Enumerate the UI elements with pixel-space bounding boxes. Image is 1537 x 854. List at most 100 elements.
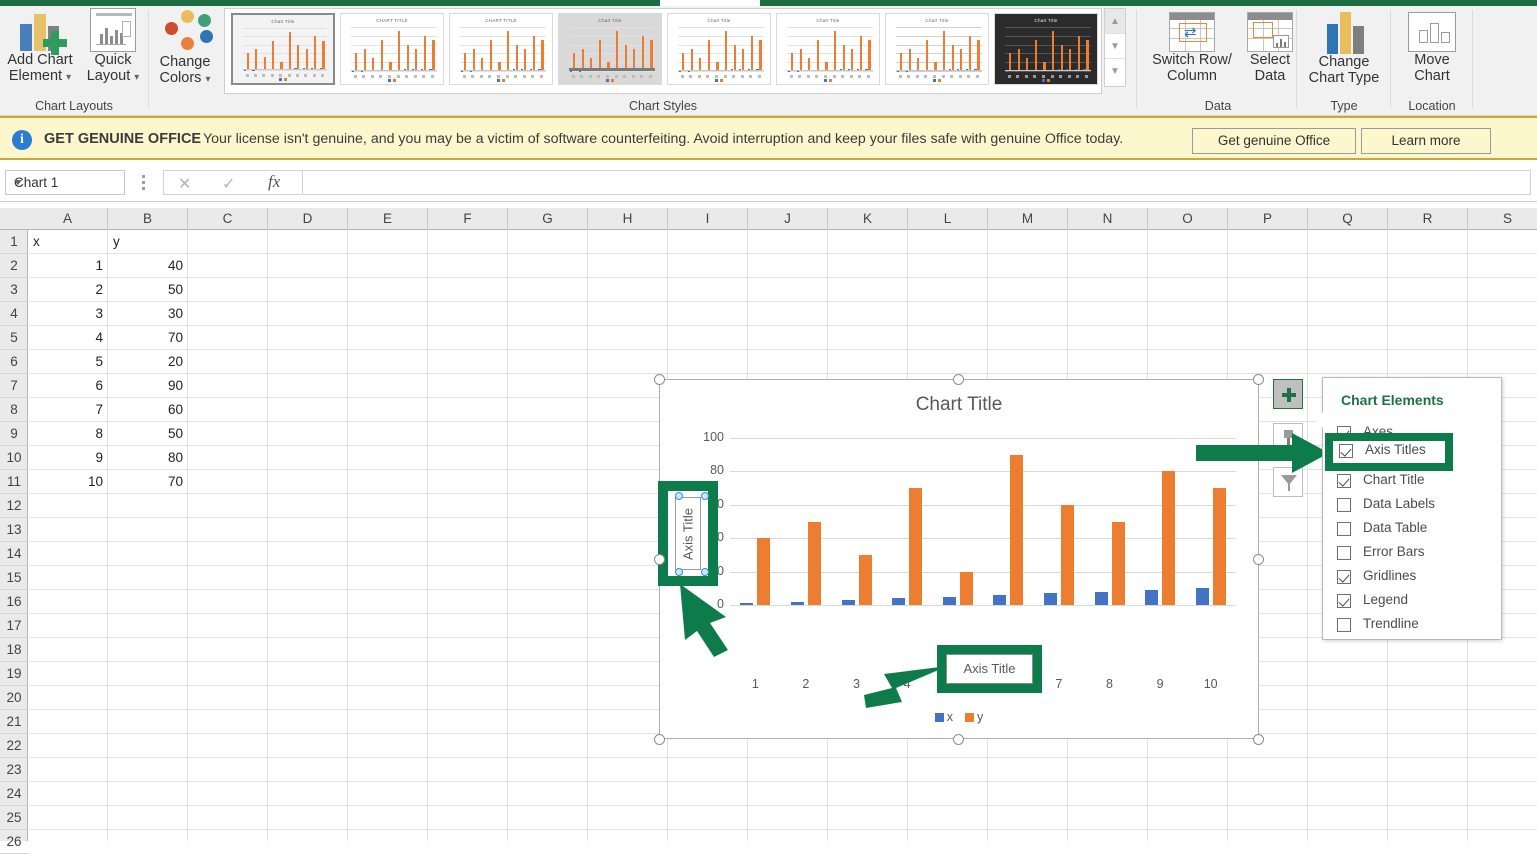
cell-A6[interactable]: 5 [28, 350, 108, 374]
chart-resize-handle-nw[interactable] [654, 374, 665, 385]
formula-bar-grip[interactable] [142, 175, 145, 190]
chart-style-thumbnail[interactable]: CHART TITLE [340, 13, 444, 85]
legend-entry[interactable]: y [965, 710, 983, 724]
row-header-25[interactable]: 25 [0, 806, 28, 830]
cell-B2[interactable]: 40 [108, 254, 188, 278]
chart-element-item-data-labels[interactable]: Data Labels [1337, 494, 1487, 518]
column-header-p[interactable]: P [1228, 208, 1308, 230]
cell-A2[interactable]: 1 [28, 254, 108, 278]
row-header-20[interactable]: 20 [0, 686, 28, 710]
column-header-k[interactable]: K [828, 208, 908, 230]
row-header-13[interactable]: 13 [0, 518, 28, 542]
chart-bar-series-x[interactable] [842, 600, 855, 605]
cell-B8[interactable]: 60 [108, 398, 188, 422]
chart-elements-button[interactable] [1273, 379, 1303, 409]
chart-bar-series-y[interactable] [1213, 488, 1226, 605]
checkbox-error-bars[interactable] [1337, 546, 1351, 560]
column-header-l[interactable]: L [908, 208, 988, 230]
cell-B11[interactable]: 70 [108, 470, 188, 494]
confirm-icon[interactable]: ✓ [222, 174, 235, 194]
insert-function-icon[interactable]: fx [268, 172, 280, 192]
checkbox-gridlines[interactable] [1337, 570, 1351, 584]
column-header-q[interactable]: Q [1308, 208, 1388, 230]
row-header-7[interactable]: 7 [0, 374, 28, 398]
chart-resize-handle-se[interactable] [1253, 734, 1264, 745]
chart-style-thumbnail[interactable]: Chart Title [885, 13, 989, 85]
chart-resize-handle-w[interactable] [654, 554, 665, 565]
row-header-14[interactable]: 14 [0, 542, 28, 566]
row-header-19[interactable]: 19 [0, 662, 28, 686]
chart-resize-handle-n[interactable] [953, 374, 964, 385]
formula-input[interactable] [303, 170, 1531, 195]
gallery-scroll-controls[interactable]: ▲ ▼ ▼ [1104, 8, 1126, 87]
chart-style-thumbnail[interactable]: Chart Title [558, 13, 662, 85]
row-header-9[interactable]: 9 [0, 422, 28, 446]
chart-bar-series-y[interactable] [909, 488, 922, 605]
checkbox-legend[interactable] [1337, 594, 1351, 608]
chart-style-thumbnail[interactable]: Chart Title [231, 13, 335, 85]
column-header-n[interactable]: N [1068, 208, 1148, 230]
cell-B10[interactable]: 80 [108, 446, 188, 470]
y-axis-title-handle-ne[interactable] [701, 492, 709, 500]
chart-resize-handle-s[interactable] [953, 734, 964, 745]
chart-bar-series-y[interactable] [960, 572, 973, 605]
row-header-21[interactable]: 21 [0, 710, 28, 734]
chart-bar-series-x[interactable] [1196, 588, 1209, 605]
chart-style-thumbnail[interactable]: Chart Title [667, 13, 771, 85]
switch-row-column-button[interactable]: ⇄ Switch Row/ Column [1144, 12, 1240, 84]
chart-style-thumbnail[interactable]: Chart Title [994, 13, 1098, 85]
row-header-24[interactable]: 24 [0, 782, 28, 806]
cell-A5[interactable]: 4 [28, 326, 108, 350]
chart-resize-handle-ne[interactable] [1253, 374, 1264, 385]
row-header-22[interactable]: 22 [0, 734, 28, 758]
cell-B3[interactable]: 50 [108, 278, 188, 302]
column-header-i[interactable]: I [668, 208, 748, 230]
chart-bar-series-x[interactable] [791, 602, 804, 605]
column-header-m[interactable]: M [988, 208, 1068, 230]
quick-layout-button[interactable]: Quick Layout ▾ [80, 8, 146, 86]
chart-bar-series-y[interactable] [859, 555, 872, 605]
column-header-d[interactable]: D [268, 208, 348, 230]
row-header-3[interactable]: 3 [0, 278, 28, 302]
row-header-23[interactable]: 23 [0, 758, 28, 782]
chart-elements-panel[interactable]: Chart Elements AxesAxis TitlesChart Titl… [1322, 377, 1502, 640]
cell-B5[interactable]: 70 [108, 326, 188, 350]
chart-bar-series-x[interactable] [943, 597, 956, 605]
column-header-o[interactable]: O [1148, 208, 1228, 230]
chart-element-item-data-table[interactable]: Data Table [1337, 518, 1487, 542]
gallery-more-button[interactable]: ▼ [1105, 59, 1125, 84]
cell-B4[interactable]: 30 [108, 302, 188, 326]
row-header-2[interactable]: 2 [0, 254, 28, 278]
axis-titles-checkbox[interactable] [1339, 444, 1353, 458]
chart-element-item-chart-title[interactable]: Chart Title [1337, 470, 1487, 494]
get-genuine-office-button[interactable]: Get genuine Office [1192, 128, 1356, 154]
column-header-e[interactable]: E [348, 208, 428, 230]
move-chart-button[interactable]: Move Chart [1392, 12, 1472, 84]
cell-B7[interactable]: 90 [108, 374, 188, 398]
checkbox-data-table[interactable] [1337, 522, 1351, 536]
gallery-scroll-up-button[interactable]: ▲ [1105, 9, 1125, 34]
chart-element-item-gridlines[interactable]: Gridlines [1337, 566, 1487, 590]
y-axis-title-handle-sw[interactable] [675, 568, 683, 576]
row-header-11[interactable]: 11 [0, 470, 28, 494]
chart-element-item-error-bars[interactable]: Error Bars [1337, 542, 1487, 566]
y-axis-title-handle-nw[interactable] [675, 492, 683, 500]
row-header-16[interactable]: 16 [0, 590, 28, 614]
chart-resize-handle-e[interactable] [1253, 554, 1264, 565]
row-header-8[interactable]: 8 [0, 398, 28, 422]
column-header-h[interactable]: H [588, 208, 668, 230]
row-header-26[interactable]: 26 [0, 830, 28, 854]
y-axis-title-box[interactable]: Axis Title [668, 491, 708, 576]
row-header-10[interactable]: 10 [0, 446, 28, 470]
chart-bar-series-x[interactable] [1145, 590, 1158, 605]
row-header-4[interactable]: 4 [0, 302, 28, 326]
cell-B1[interactable]: y [108, 230, 188, 254]
cell-A4[interactable]: 3 [28, 302, 108, 326]
checkbox-data-labels[interactable] [1337, 498, 1351, 512]
cell-A10[interactable]: 9 [28, 446, 108, 470]
change-colors-button[interactable]: Change Colors ▾ [150, 8, 220, 88]
add-chart-element-button[interactable]: Add Chart Element ▾ [2, 8, 78, 86]
chart-bar-series-y[interactable] [1112, 522, 1125, 606]
chart-element-item-trendline[interactable]: Trendline [1337, 614, 1487, 638]
x-axis-title-box[interactable]: Axis Title [946, 654, 1033, 684]
